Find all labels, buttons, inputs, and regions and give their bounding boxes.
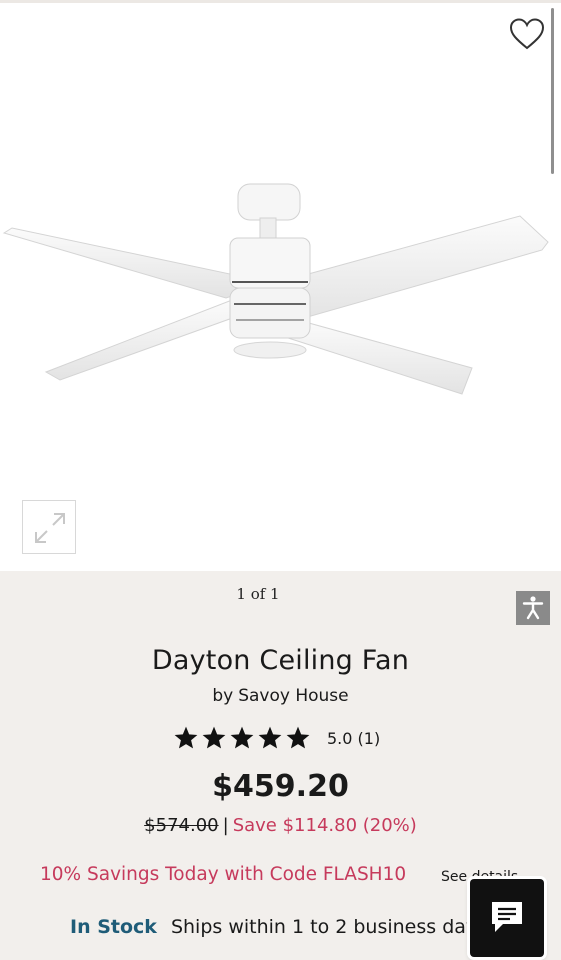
rating[interactable]: 5.0 (1) [173,724,380,752]
accessibility-icon [522,596,544,620]
promo-text: 10% Savings Today with Code FLASH10 [40,864,407,885]
star-rating [173,725,311,751]
savings-line: $574.00 | Save $114.80 (20%) [0,815,561,836]
original-price: $574.00 [144,815,219,836]
product-image [2,183,549,395]
wishlist-button[interactable] [508,17,546,51]
star-icon [174,726,198,749]
star-icon [258,726,282,749]
brand-line: by Savoy House [0,686,561,706]
gallery-pager: 1 of 1 [236,585,280,603]
shipping-text: Ships within 1 to 2 business days [170,916,488,938]
in-stock-label: In Stock [70,916,157,938]
brand-link[interactable]: Savoy House [238,686,348,706]
sale-price: $459.20 [212,769,349,804]
chat-button[interactable] [470,879,544,957]
accessibility-button[interactable] [516,591,550,625]
star-icon [230,726,254,749]
expand-icon [35,513,65,543]
top-divider [0,0,561,3]
scrollbar[interactable] [551,8,554,174]
star-icon [286,726,310,749]
price-separator: | [222,815,229,836]
rating-text: 5.0 (1) [327,728,381,748]
expand-image-button[interactable] [22,500,76,554]
save-amount: Save $114.80 (20%) [232,815,417,836]
product-title: Dayton Ceiling Fan [151,645,410,676]
availability: In Stock Ships within 1 to 2 business day… [70,916,487,938]
heart-icon [509,18,545,50]
star-icon [202,726,226,749]
by-label: by [212,686,234,706]
chat-icon [492,902,522,932]
